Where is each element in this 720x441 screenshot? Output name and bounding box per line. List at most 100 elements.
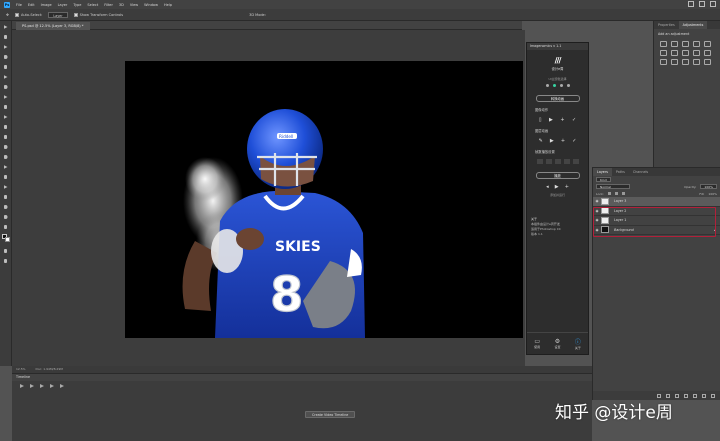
theme-dot[interactable] [559, 84, 563, 87]
invert-icon[interactable] [660, 59, 667, 65]
frame-field[interactable] [563, 159, 570, 164]
document-canvas[interactable]: SKIES 8 Riddell [125, 61, 523, 338]
play-icon[interactable]: ▶ [549, 117, 553, 123]
pen-tool-icon[interactable] [2, 163, 10, 171]
new-layer-icon[interactable] [702, 393, 706, 398]
plugin-footer-about[interactable]: ⓘ 关于 [575, 337, 581, 350]
document-tab[interactable]: PS.psd @ 12.5% (Layer 3, RGB/8) * [16, 22, 90, 30]
layer-kind-filter[interactable]: Kind [596, 177, 611, 182]
play-icon[interactable]: ▶ [555, 184, 559, 190]
next-frame-icon[interactable] [50, 384, 54, 388]
brush-tool-icon[interactable] [2, 93, 10, 101]
posterize-icon[interactable] [671, 59, 678, 65]
group-icon[interactable] [693, 393, 697, 398]
tab-adjustments[interactable]: Adjustments [678, 21, 708, 29]
convert-animation-button[interactable]: 转换动画 [535, 95, 580, 102]
exposure-icon[interactable] [693, 41, 700, 47]
color-balance-icon[interactable] [671, 50, 678, 56]
menu-type[interactable]: Type [73, 3, 81, 7]
stamp-tool-icon[interactable] [2, 103, 10, 111]
levels-icon[interactable] [671, 41, 678, 47]
file-icon[interactable]: ▯ [539, 117, 542, 123]
photo-filter-icon[interactable] [693, 50, 700, 56]
eraser-tool-icon[interactable] [2, 123, 10, 131]
black-white-icon[interactable] [682, 50, 689, 56]
marquee-tool-icon[interactable] [2, 33, 10, 41]
gradient-map-icon[interactable] [693, 59, 700, 65]
channel-mixer-icon[interactable] [704, 50, 711, 56]
move-tool-icon[interactable] [2, 23, 10, 31]
lock-pixels-icon[interactable] [607, 192, 611, 195]
theme-dot[interactable] [566, 84, 570, 87]
plugin-footer-use[interactable]: ▭ 使用 [534, 338, 540, 349]
first-frame-icon[interactable] [20, 384, 24, 388]
menu-edit[interactable]: Edit [28, 3, 35, 7]
lock-all-icon[interactable] [621, 192, 625, 195]
history-brush-tool-icon[interactable] [2, 113, 10, 121]
tab-layers[interactable]: Layers [593, 168, 612, 176]
hand-tool-icon[interactable] [2, 203, 10, 211]
fill-value[interactable]: 100% [708, 192, 717, 196]
move-tool-icon[interactable]: ✥ [6, 13, 9, 17]
zoom-tool-icon[interactable] [2, 213, 10, 221]
menu-image[interactable]: Image [41, 3, 52, 7]
blur-tool-icon[interactable] [2, 143, 10, 151]
layer-row[interactable]: ◉ Layer 3 [593, 197, 720, 207]
edit-toolbar-icon[interactable] [2, 223, 10, 231]
screen-mode-icon[interactable] [2, 257, 10, 265]
frame-field[interactable] [536, 159, 543, 164]
link-layers-icon[interactable] [657, 393, 661, 398]
tab-channels[interactable]: Channels [629, 168, 652, 176]
minimize-icon[interactable] [688, 1, 694, 7]
auto-select-checkbox[interactable]: Auto-Select: [14, 12, 42, 17]
theme-dot[interactable] [545, 84, 549, 87]
crop-tool-icon[interactable] [2, 63, 10, 71]
tab-properties[interactable]: Properties [654, 21, 679, 29]
color-swatches[interactable] [0, 233, 11, 245]
menu-layer[interactable]: Layer [58, 3, 68, 7]
add-icon[interactable]: + [565, 184, 569, 190]
path-select-tool-icon[interactable] [2, 183, 10, 191]
menu-window[interactable]: Window [144, 3, 158, 7]
menu-3d[interactable]: 3D [119, 3, 124, 7]
opacity-field[interactable]: 100% [700, 184, 717, 189]
curves-icon[interactable] [682, 41, 689, 47]
layer-style-icon[interactable] [666, 393, 670, 398]
play-button[interactable]: 播放 [535, 172, 580, 179]
eyedropper-tool-icon[interactable] [2, 73, 10, 81]
blend-mode-dropdown[interactable]: Normal [596, 184, 630, 189]
prev-icon[interactable]: ◂ [546, 184, 549, 190]
check-icon[interactable]: ✓ [572, 138, 576, 144]
delete-layer-icon[interactable] [711, 393, 715, 398]
vibrance-icon[interactable] [704, 41, 711, 47]
play-icon[interactable] [40, 384, 44, 388]
theme-dot-active[interactable] [552, 84, 556, 87]
frame-field[interactable] [545, 159, 552, 164]
add-icon[interactable]: + [560, 117, 564, 123]
adjustment-layer-icon[interactable] [684, 393, 688, 398]
create-video-timeline-button[interactable]: Create Video Timeline [305, 411, 356, 418]
prev-frame-icon[interactable] [30, 384, 34, 388]
eye-icon[interactable]: ◉ [593, 199, 601, 203]
type-tool-icon[interactable] [2, 173, 10, 181]
hue-saturation-icon[interactable] [660, 50, 667, 56]
edit-icon[interactable]: ✎ [539, 138, 543, 144]
maximize-icon[interactable] [699, 1, 705, 7]
frame-field[interactable] [554, 159, 561, 164]
play-icon[interactable]: ▶ [550, 138, 554, 144]
auto-select-dropdown[interactable]: Layer [48, 11, 68, 18]
lock-position-icon[interactable] [614, 192, 618, 195]
plugin-footer-settings[interactable]: ⚙ 设置 [554, 338, 560, 349]
healing-tool-icon[interactable] [2, 83, 10, 91]
show-transform-checkbox[interactable]: Show Transform Controls [73, 12, 123, 17]
brightness-icon[interactable] [660, 41, 667, 47]
threshold-icon[interactable] [682, 59, 689, 65]
close-icon[interactable] [710, 1, 716, 7]
shape-tool-icon[interactable] [2, 193, 10, 201]
background-color-swatch[interactable] [5, 237, 10, 242]
quick-select-tool-icon[interactable] [2, 53, 10, 61]
frame-field[interactable] [572, 159, 579, 164]
gradient-tool-icon[interactable] [2, 133, 10, 141]
zoom-level[interactable]: 12.5% [16, 366, 26, 373]
tab-paths[interactable]: Paths [612, 168, 629, 176]
